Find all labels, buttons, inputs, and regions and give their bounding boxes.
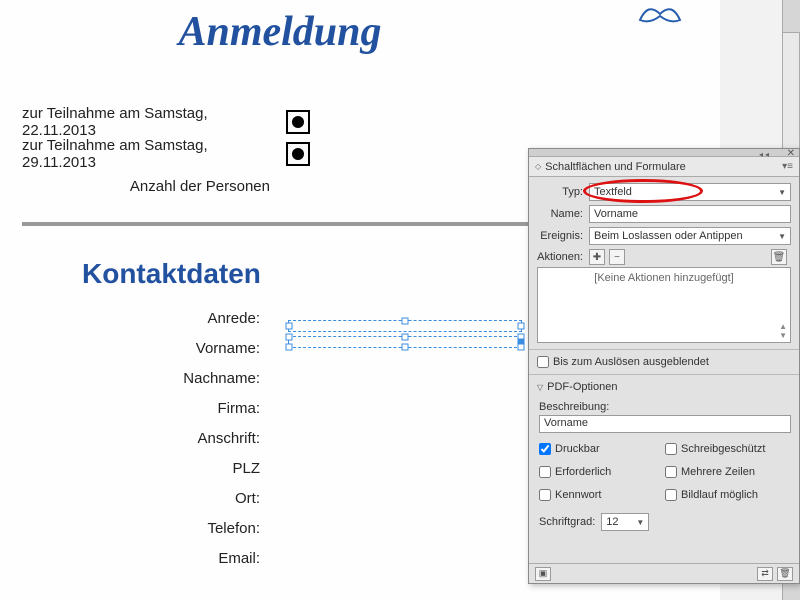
input-name[interactable]: Vorname	[589, 205, 791, 223]
reg-label-1: zur Teilnahme am Samstag, 22.11.2013	[22, 105, 280, 139]
checkbox-druckbar[interactable]	[539, 443, 551, 455]
row-name: Name: Vorname	[537, 205, 791, 223]
label-aktionen: Aktionen:	[537, 251, 589, 263]
panel-titlebar[interactable]: ◂◂ ✕	[529, 149, 799, 157]
contact-labels: Anrede: Vorname: Nachname: Firma: Anschr…	[0, 304, 260, 574]
logo-butterfly	[630, 0, 690, 30]
label-ort: Ort:	[0, 484, 260, 514]
row-aktionen: Aktionen: ✚ − 🗑	[537, 249, 791, 265]
label-nachname: Nachname:	[0, 364, 260, 394]
label-schriftgrad: Schriftgrad:	[539, 516, 595, 528]
radio-samstag-22[interactable]	[286, 110, 310, 134]
label-anschrift: Anschrift:	[0, 424, 260, 454]
label-pdf-optionen: PDF-Optionen	[547, 381, 617, 393]
label-name: Name:	[537, 208, 589, 220]
row-ereignis: Ereignis: Beim Loslassen oder Antippen ▼	[537, 227, 791, 245]
checkbox-bildlauf[interactable]	[665, 489, 677, 501]
label-anrede: Anrede:	[0, 304, 260, 334]
reorder-icon[interactable]: ▲▼	[779, 322, 787, 340]
label-beschreibung: Beschreibung:	[539, 401, 791, 413]
label-mehrere-zeilen: Mehrere Zeilen	[681, 466, 755, 478]
panel-menu-icon[interactable]: ▾≡	[782, 161, 793, 172]
no-actions-text: [Keine Aktionen hinzugefügt]	[538, 268, 790, 284]
page-title: Anmeldung	[0, 8, 560, 56]
row-typ: Typ: Textfeld ▼	[537, 183, 791, 201]
label-erforderlich: Erforderlich	[555, 466, 611, 478]
label-bildlauf: Bildlauf möglich	[681, 489, 758, 501]
expand-icon[interactable]: ◇	[535, 162, 541, 171]
label-typ: Typ:	[537, 186, 589, 198]
divider	[529, 349, 799, 350]
reg-label-3: Anzahl der Personen	[22, 178, 280, 195]
checkbox-kennwort[interactable]	[539, 489, 551, 501]
trash-icon[interactable]: 🗑	[771, 249, 787, 265]
preview-icon[interactable]: ▣	[535, 567, 551, 581]
dropdown-typ[interactable]: Textfeld ▼	[589, 183, 791, 201]
label-schreibgeschuetzt: Schreibgeschützt	[681, 443, 765, 455]
form-field-vorname-selected[interactable]	[288, 336, 522, 348]
label-ereignis: Ereignis:	[537, 230, 589, 242]
panel-tab-title: Schaltflächen und Formulare	[545, 161, 686, 173]
twisty-down-icon: ▽	[537, 383, 543, 392]
input-beschreibung[interactable]: Vorname	[539, 415, 791, 433]
value-beschreibung: Vorname	[544, 417, 588, 429]
reg-label-2: zur Teilnahme am Samstag, 29.11.2013	[22, 137, 280, 171]
panel-buttons-and-forms[interactable]: ◂◂ ✕ ◇ Schaltflächen und Formulare ▾≡ Ty…	[528, 148, 800, 584]
label-druckbar: Druckbar	[555, 443, 600, 455]
label-firma: Firma:	[0, 394, 260, 424]
remove-action-icon[interactable]: −	[609, 249, 625, 265]
divider	[529, 374, 799, 375]
panel-tab[interactable]: ◇ Schaltflächen und Formulare ▾≡	[529, 157, 799, 177]
group-pdf-options[interactable]: ▽ PDF-Optionen	[537, 381, 791, 393]
convert-icon[interactable]: ⇄	[757, 567, 773, 581]
add-action-icon[interactable]: ✚	[589, 249, 605, 265]
label-kennwort: Kennwort	[555, 489, 601, 501]
form-field-anrede[interactable]	[288, 320, 522, 332]
collapse-icon[interactable]: ◂◂	[759, 150, 771, 159]
chevron-down-icon: ▼	[778, 188, 786, 197]
checkbox-erforderlich[interactable]	[539, 466, 551, 478]
trash-icon[interactable]: 🗑	[777, 567, 793, 581]
label-plz: PLZ	[0, 454, 260, 484]
dropdown-schriftgrad[interactable]: 12 ▼	[601, 513, 649, 531]
value-schriftgrad: 12	[606, 516, 618, 528]
value-typ: Textfeld	[594, 186, 632, 198]
checkbox-mehrere-zeilen[interactable]	[665, 466, 677, 478]
actions-list[interactable]: [Keine Aktionen hinzugefügt] ▲▼	[537, 267, 791, 343]
label-hide-until-trigger: Bis zum Auslösen ausgeblendet	[553, 356, 709, 368]
dropdown-ereignis[interactable]: Beim Loslassen oder Antippen ▼	[589, 227, 791, 245]
checkbox-hide-until-trigger[interactable]	[537, 356, 549, 368]
panel-footer: ▣ ⇄ 🗑	[529, 563, 799, 583]
registration-rows: zur Teilnahme am Samstag, 22.11.2013 zur…	[22, 106, 310, 202]
section-kontaktdaten: Kontaktdaten	[82, 258, 261, 290]
value-name: Vorname	[594, 208, 638, 220]
chevron-down-icon: ▼	[636, 518, 644, 527]
label-telefon: Telefon:	[0, 514, 260, 544]
value-ereignis: Beim Loslassen oder Antippen	[594, 230, 743, 242]
label-email: Email:	[0, 544, 260, 574]
chevron-down-icon: ▼	[778, 232, 786, 241]
label-vorname: Vorname:	[0, 334, 260, 364]
close-icon[interactable]: ✕	[787, 148, 795, 159]
checkbox-schreibgeschuetzt[interactable]	[665, 443, 677, 455]
radio-samstag-29[interactable]	[286, 142, 310, 166]
